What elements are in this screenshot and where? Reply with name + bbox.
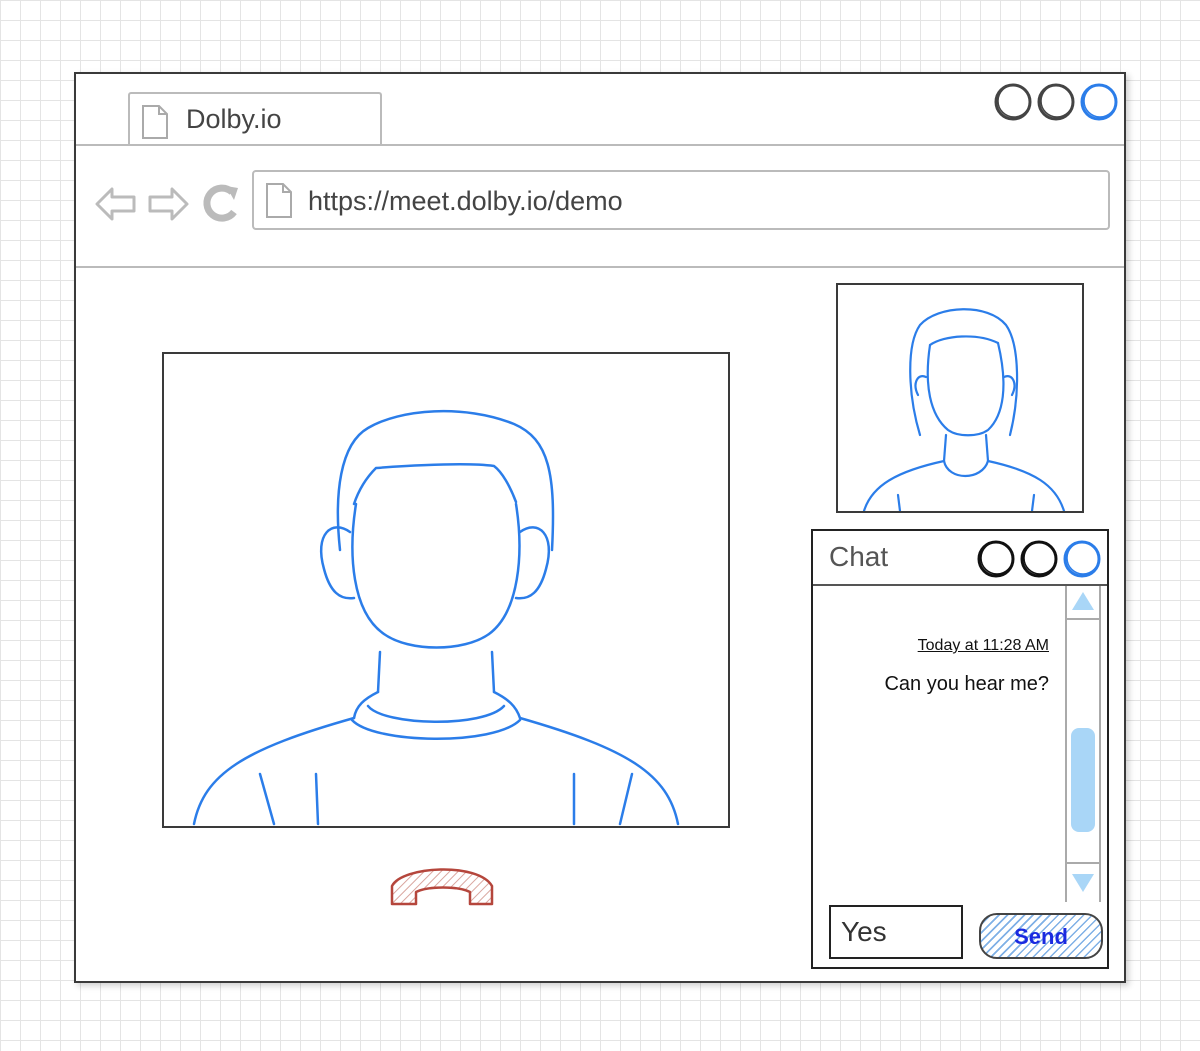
toolbar-divider xyxy=(76,266,1124,268)
chat-minimize-circle-icon[interactable] xyxy=(977,540,1015,578)
main-video-frame xyxy=(162,352,730,828)
browser-window: Dolby.io https://meet.dolby.io/demo Chat… xyxy=(74,72,1126,983)
window-controls xyxy=(994,83,1118,121)
page-icon xyxy=(142,105,168,139)
scroll-divider-top xyxy=(1067,618,1099,620)
chat-close-circle-icon[interactable] xyxy=(1063,540,1101,578)
address-bar[interactable]: https://meet.dolby.io/demo xyxy=(252,170,1110,230)
tab-strip-line xyxy=(76,144,1124,146)
scroll-down-arrow-icon[interactable] xyxy=(1069,868,1097,896)
chat-header-divider xyxy=(813,584,1107,586)
chat-maximize-circle-icon[interactable] xyxy=(1020,540,1058,578)
close-circle-icon[interactable] xyxy=(1080,83,1118,121)
chat-message: Can you hear me? xyxy=(884,673,1049,695)
chat-panel: Chat Today at 11:28 AM Can you hear me? xyxy=(811,529,1109,969)
page-icon xyxy=(266,183,292,218)
scroll-divider-bottom xyxy=(1067,862,1099,864)
reload-icon[interactable] xyxy=(198,182,242,226)
browser-tab[interactable]: Dolby.io xyxy=(128,92,382,146)
minimize-circle-icon[interactable] xyxy=(994,83,1032,121)
scroll-thumb[interactable] xyxy=(1071,728,1095,832)
local-participant-avatar-icon xyxy=(862,308,1066,511)
chat-window-controls xyxy=(977,540,1101,578)
forward-arrow-icon[interactable] xyxy=(146,184,190,224)
chat-scrollbar[interactable] xyxy=(1065,586,1101,902)
tab-title: Dolby.io xyxy=(186,104,282,134)
send-button[interactable]: Send xyxy=(979,913,1103,959)
chat-title: Chat xyxy=(829,541,889,572)
maximize-circle-icon[interactable] xyxy=(1037,83,1075,121)
chat-input[interactable] xyxy=(829,905,963,959)
self-video-frame xyxy=(836,283,1084,513)
scroll-up-arrow-icon[interactable] xyxy=(1069,588,1097,616)
remote-participant-avatar-icon xyxy=(192,409,680,826)
url-text: https://meet.dolby.io/demo xyxy=(308,186,623,216)
message-timestamp: Today at 11:28 AM xyxy=(917,637,1049,654)
hang-up-phone-icon[interactable] xyxy=(388,856,498,914)
back-arrow-icon[interactable] xyxy=(94,184,138,224)
